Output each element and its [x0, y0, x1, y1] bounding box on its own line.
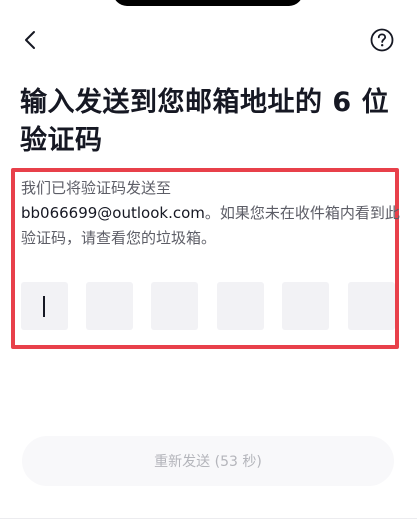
description-intro: 我们已将验证码发送至: [21, 179, 172, 197]
question-circle-icon[interactable]: [369, 27, 395, 53]
bottom-divider: [0, 518, 417, 519]
page-title: 输入发送到您邮箱地址的 6 位验证码: [20, 87, 390, 156]
code-digit-box[interactable]: [86, 282, 133, 330]
code-digit-box[interactable]: [217, 282, 264, 330]
verification-code-input[interactable]: [21, 282, 396, 330]
code-digit-box[interactable]: [282, 282, 329, 330]
email-address: bb066699@outlook.com: [21, 204, 205, 222]
resend-code-button[interactable]: 重新发送 (53 秒): [22, 436, 394, 486]
code-digit-box[interactable]: [348, 282, 395, 330]
status-bar-notch: [113, 0, 303, 6]
verification-description: 我们已将验证码发送至 bb066699@outlook.com。如果您未在收件箱内…: [21, 176, 401, 251]
text-caret: [43, 296, 45, 317]
code-digit-box[interactable]: [151, 282, 198, 330]
code-digit-box[interactable]: [21, 282, 68, 330]
chevron-left-icon[interactable]: [18, 27, 44, 53]
